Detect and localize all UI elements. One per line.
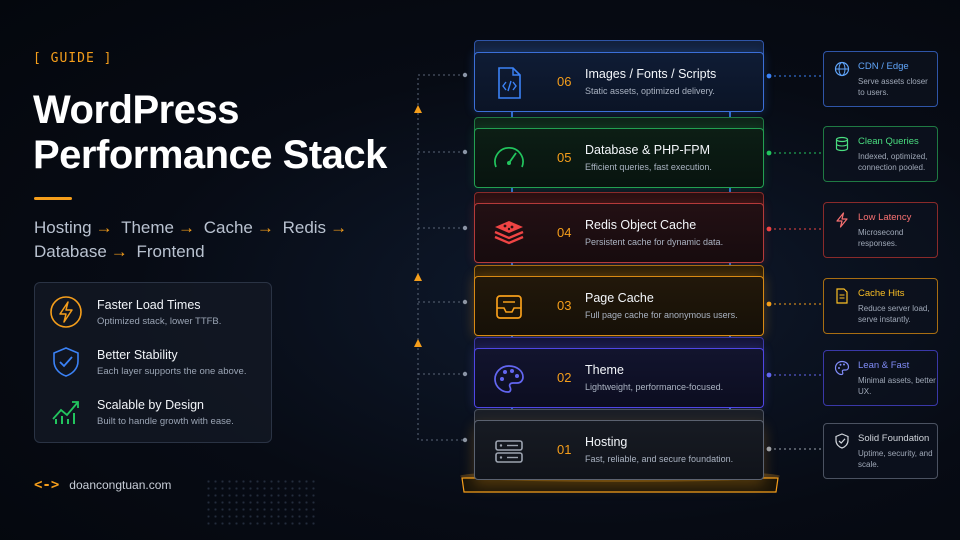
gauge-icon — [494, 146, 524, 168]
side-card-cache-hits: Cache Hits Reduce server load, serve ins… — [823, 278, 938, 334]
layer-title: Theme — [585, 363, 624, 377]
layer-number: 06 — [557, 74, 572, 89]
layer-title: Page Cache — [585, 291, 654, 305]
layer-01[interactable]: 01 Hosting Fast, reliable, and secure fo… — [474, 420, 764, 480]
side-card-title: Clean Queries — [858, 136, 919, 147]
side-card-desc: Indexed, optimized, connection pooled. — [858, 152, 928, 172]
layer-number: 04 — [557, 225, 572, 240]
side-card-title: Lean & Fast — [858, 360, 910, 371]
layer-05[interactable]: 05 Database & PHP-FPM Efficient queries,… — [474, 128, 764, 188]
layer-02[interactable]: 02 Theme Lightweight, performance-focuse… — [474, 348, 764, 408]
shield-check-icon — [835, 433, 849, 449]
layer-desc: Efficient queries, fast execution. — [585, 162, 712, 172]
side-card-title: CDN / Edge — [858, 61, 909, 72]
side-card-desc: Reduce server load, serve instantly. — [858, 304, 930, 324]
layer-03[interactable]: 03 Page Cache Full page cache for anonym… — [474, 276, 764, 336]
palette-icon — [494, 365, 524, 393]
globe-icon — [834, 61, 850, 77]
side-card-queries: Clean Queries Indexed, optimized, connec… — [823, 126, 938, 182]
code-file-icon — [498, 67, 521, 99]
database-icon — [835, 136, 849, 152]
side-card-desc: Minimal assets, better UX. — [858, 376, 936, 396]
layer-desc: Full page cache for anonymous users. — [585, 310, 738, 320]
layer-06[interactable]: 06 Images / Fonts / Scripts Static asset… — [474, 52, 764, 112]
side-card-desc: Serve assets closer to users. — [858, 77, 928, 97]
layer-desc: Fast, reliable, and secure foundation. — [585, 454, 734, 464]
layer-number: 02 — [557, 370, 572, 385]
side-card-desc: Uptime, security, and scale. — [858, 449, 933, 469]
side-card-cdn: CDN / Edge Serve assets closer to users. — [823, 51, 938, 107]
layer-title: Hosting — [585, 435, 628, 449]
redis-icon — [494, 221, 524, 245]
lightning-icon — [836, 212, 848, 228]
side-card-latency: Low Latency Microsecond responses. — [823, 202, 938, 258]
document-icon — [836, 288, 848, 304]
inbox-tray-icon — [496, 295, 522, 319]
layer-number: 05 — [557, 150, 572, 165]
layer-number: 01 — [557, 442, 572, 457]
side-card-foundation: Solid Foundation Uptime, security, and s… — [823, 423, 938, 479]
layer-desc: Persistent cache for dynamic data. — [585, 237, 724, 247]
side-card-title: Low Latency — [858, 212, 912, 223]
layer-desc: Lightweight, performance-focused. — [585, 382, 724, 392]
side-card-lean: Lean & Fast Minimal assets, better UX. — [823, 350, 938, 406]
side-card-title: Cache Hits — [858, 288, 905, 299]
side-card-desc: Microsecond responses. — [858, 228, 904, 248]
layer-desc: Static assets, optimized delivery. — [585, 86, 715, 96]
layer-title: Images / Fonts / Scripts — [585, 67, 717, 81]
palette-icon — [834, 360, 850, 376]
layer-title: Redis Object Cache — [585, 218, 697, 232]
side-card-title: Solid Foundation — [858, 433, 930, 444]
server-icon — [495, 440, 523, 463]
layer-title: Database & PHP-FPM — [585, 143, 711, 157]
layer-number: 03 — [557, 298, 572, 313]
layer-04[interactable]: 04 Redis Object Cache Persistent cache f… — [474, 203, 764, 263]
